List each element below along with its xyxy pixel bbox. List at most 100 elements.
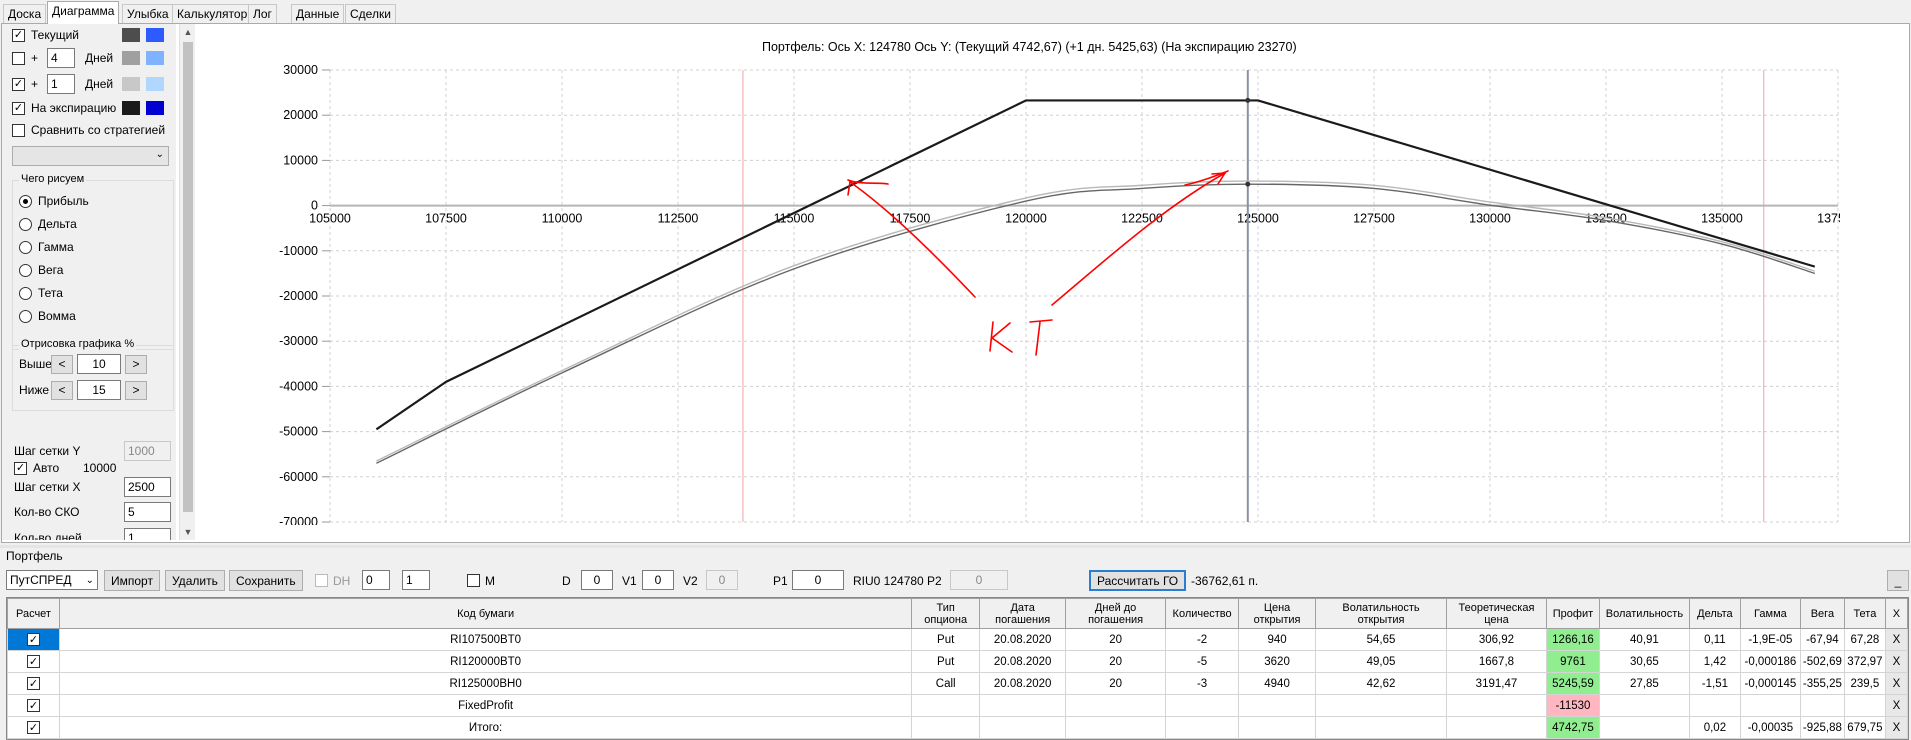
calc-checkbox[interactable] [26, 721, 40, 734]
calc-checkbox[interactable] [26, 633, 40, 646]
settings-scrollbar[interactable]: ▲ ▼ [179, 24, 195, 540]
calc-checkbox[interactable] [26, 677, 40, 690]
strategy-select[interactable]: ПутСПРЕД ⌄ [6, 570, 98, 590]
sko-input[interactable]: 5 [124, 502, 171, 522]
current-color-1[interactable] [122, 28, 140, 42]
calculate-go-button[interactable]: Рассчитать ГО [1089, 570, 1187, 591]
radio-delta[interactable]: Дельта [19, 214, 77, 234]
calc-cell[interactable] [7, 628, 60, 651]
radio-profit[interactable]: Прибыль [19, 191, 89, 211]
below-decrement-button[interactable]: < [51, 380, 73, 400]
remove-row-cell[interactable]: X [1884, 672, 1908, 695]
plus-days-1-checkbox[interactable] [12, 51, 25, 65]
plus-days-1-color-2[interactable] [146, 51, 164, 65]
tab-data[interactable]: Данные [291, 4, 345, 23]
column-header[interactable]: Количество [1165, 598, 1240, 629]
days-count-input[interactable]: 1 [124, 528, 171, 540]
at-expiry-color-1[interactable] [122, 101, 140, 115]
payoff-chart[interactable]: 30000 20000 10000 0 -10000 -20000 -30000 -40000… [200, 60, 1840, 525]
dh-spinner-a[interactable]: 0 [362, 570, 390, 590]
import-button[interactable]: Импорт [104, 570, 160, 591]
radio-gamma-dot[interactable] [19, 240, 32, 254]
m-checkbox[interactable] [467, 574, 480, 587]
remove-row-cell[interactable]: X [1884, 628, 1908, 651]
column-header[interactable]: Цена открытия [1238, 598, 1317, 629]
table-row[interactable]: RI120000BT0Put20.08.202020-5362049,05166… [7, 650, 1908, 673]
column-header[interactable]: Код бумаги [58, 598, 913, 629]
p1-input[interactable]: 0 [792, 570, 844, 590]
calc-checkbox[interactable] [26, 699, 40, 712]
column-header[interactable]: Дата погашения [979, 598, 1067, 629]
remove-row-cell[interactable]: X [1884, 716, 1908, 739]
column-header[interactable]: Тета [1843, 598, 1886, 629]
plus-days-2-color-1[interactable] [122, 77, 140, 91]
grid-x-input[interactable]: 2500 [124, 477, 171, 497]
at-expiry-color-2[interactable] [146, 101, 164, 115]
column-header[interactable]: Вега [1799, 598, 1845, 629]
calc-cell[interactable] [7, 716, 60, 739]
radio-delta-dot[interactable] [19, 217, 32, 231]
radio-theta[interactable]: Тета [19, 283, 63, 303]
calc-cell[interactable] [7, 672, 60, 695]
tab-deals[interactable]: Сделки [345, 4, 396, 23]
remove-row-cell[interactable]: X [1884, 650, 1908, 673]
table-row[interactable]: Итого: 4742,75 0,02-0,00035-925,88679,75X [7, 716, 1908, 739]
minimize-button[interactable]: _ [1887, 570, 1909, 591]
at-expiry-checkbox[interactable] [12, 101, 25, 115]
column-header[interactable]: Расчет [7, 598, 60, 629]
radio-vomma[interactable]: Вомма [19, 306, 76, 326]
d-input[interactable]: 0 [581, 570, 613, 590]
column-header[interactable]: Тип опциона [911, 598, 981, 629]
radio-theta-dot[interactable] [19, 286, 32, 300]
plus-days-2-input[interactable]: 1 [47, 74, 75, 94]
below-increment-button[interactable]: > [125, 380, 147, 400]
tab-board[interactable]: Доска [3, 4, 47, 23]
calc-checkbox[interactable] [26, 655, 40, 668]
table-row[interactable]: RI125000BH0Call20.08.202020-3494042,6231… [7, 672, 1908, 695]
above-input[interactable]: 10 [77, 354, 121, 374]
radio-profit-dot[interactable] [19, 194, 32, 208]
remove-row-cell[interactable]: X [1884, 694, 1908, 717]
p2-input[interactable]: 0 [950, 570, 1008, 590]
column-header[interactable]: Волатильность [1598, 598, 1690, 629]
column-header[interactable]: Дельта [1688, 598, 1741, 629]
plus-days-1-color-1[interactable] [122, 51, 140, 65]
panel-splitter[interactable] [0, 545, 1911, 548]
v2-input[interactable]: 0 [706, 570, 738, 590]
auto-checkbox[interactable] [14, 461, 27, 475]
above-increment-button[interactable]: > [125, 354, 147, 374]
tab-diagram[interactable]: Диаграмма [47, 1, 120, 24]
current-checkbox[interactable] [12, 28, 25, 42]
above-decrement-button[interactable]: < [51, 354, 73, 374]
tab-smile[interactable]: Улыбка [122, 4, 174, 23]
radio-gamma[interactable]: Гамма [19, 237, 74, 257]
radio-vomma-dot[interactable] [19, 309, 32, 323]
column-header[interactable]: Гамма [1739, 598, 1801, 629]
calc-cell[interactable] [7, 650, 60, 673]
dh-checkbox[interactable] [315, 574, 328, 587]
plus-days-2-checkbox[interactable] [12, 77, 25, 91]
calc-cell[interactable] [7, 694, 60, 717]
radio-vega[interactable]: Вега [19, 260, 63, 280]
save-button[interactable]: Сохранить [229, 570, 303, 591]
column-header[interactable]: X [1884, 598, 1908, 629]
scrollbar-thumb[interactable] [183, 42, 193, 512]
delete-button[interactable]: Удалить [165, 570, 225, 591]
tab-log[interactable]: Лог [248, 4, 277, 23]
current-color-2[interactable] [146, 28, 164, 42]
table-row[interactable]: FixedProfit -11530 X [7, 694, 1908, 717]
radio-vega-dot[interactable] [19, 263, 32, 277]
compare-checkbox[interactable] [12, 123, 25, 137]
tab-calculator[interactable]: Калькулятор [172, 4, 253, 23]
v1-input[interactable]: 0 [642, 570, 674, 590]
chevron-down-icon[interactable]: ▼ [180, 524, 196, 540]
plus-days-2-color-2[interactable] [146, 77, 164, 91]
table-row[interactable]: RI107500BT0Put20.08.202020-294054,65306,… [7, 628, 1908, 651]
dh-spinner-b[interactable]: 1 [402, 570, 430, 590]
column-header[interactable]: Дней до погашения [1065, 598, 1167, 629]
column-header[interactable]: Теоретическая цена [1445, 598, 1547, 629]
chevron-up-icon[interactable]: ▲ [180, 24, 196, 40]
column-header[interactable]: Волатильность открытия [1315, 598, 1447, 629]
grid-y-input[interactable]: 1000 [124, 441, 171, 461]
below-input[interactable]: 15 [77, 380, 121, 400]
